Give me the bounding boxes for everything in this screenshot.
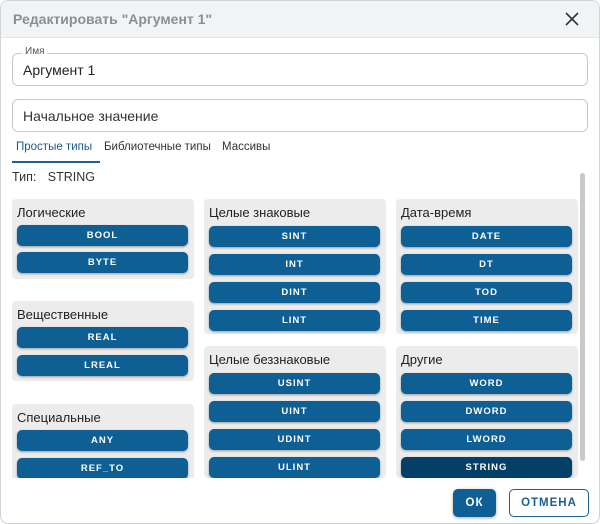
type-button-real[interactable]: REAL bbox=[17, 327, 188, 348]
type-button-dword[interactable]: DWORD bbox=[401, 401, 572, 422]
group-title: Логические bbox=[17, 205, 86, 220]
ok-button[interactable]: ОК bbox=[453, 489, 496, 517]
tab-library-types[interactable]: Библиотечные типы bbox=[104, 141, 211, 153]
type-button-byte[interactable]: BYTE bbox=[17, 252, 188, 273]
type-button-word[interactable]: WORD bbox=[401, 373, 572, 394]
type-button-lreal[interactable]: LREAL bbox=[17, 355, 188, 376]
type-button-date[interactable]: DATE bbox=[401, 226, 572, 247]
current-type: Тип: STRING bbox=[12, 170, 95, 184]
group-title: Целые беззнаковые bbox=[209, 352, 331, 367]
type-button-ref-to[interactable]: REF_TO bbox=[17, 458, 188, 478]
name-field[interactable]: Имя bbox=[12, 46, 588, 86]
type-button-usint[interactable]: USINT bbox=[209, 373, 380, 394]
type-button-tod[interactable]: TOD bbox=[401, 282, 572, 303]
type-button-uint[interactable]: UINT bbox=[209, 401, 380, 422]
type-value: STRING bbox=[47, 170, 96, 184]
group-title: Специальные bbox=[17, 410, 101, 425]
type-button-int[interactable]: INT bbox=[209, 254, 380, 275]
type-button-dint[interactable]: DINT bbox=[209, 282, 380, 303]
group-title: Дата-время bbox=[401, 205, 472, 220]
type-button-dt[interactable]: DT bbox=[401, 254, 572, 275]
group-special: Специальные ANY REF_TO bbox=[12, 404, 194, 478]
initial-value-input[interactable] bbox=[23, 106, 563, 126]
type-button-ulint[interactable]: ULINT bbox=[209, 457, 380, 478]
name-input[interactable] bbox=[23, 60, 563, 80]
cancel-button[interactable]: ОТМЕНА bbox=[509, 489, 589, 517]
tab-arrays[interactable]: Массивы bbox=[222, 141, 270, 153]
active-tab-indicator bbox=[12, 161, 100, 163]
type-button-lword[interactable]: LWORD bbox=[401, 429, 572, 450]
group-logical: Логические BOOL BYTE bbox=[12, 199, 194, 279]
dialog-title: Редактировать "Аргумент 1" bbox=[13, 11, 213, 27]
type-button-lint[interactable]: LINT bbox=[209, 310, 380, 331]
group-title: Целые знаковые bbox=[209, 205, 311, 220]
dialog-titlebar: Редактировать "Аргумент 1" bbox=[1, 1, 599, 38]
group-other: Другие WORD DWORD LWORD STRING bbox=[396, 346, 578, 478]
group-title: Вещественные bbox=[17, 307, 109, 322]
type-button-sint[interactable]: SINT bbox=[209, 226, 380, 247]
type-button-string[interactable]: STRING bbox=[401, 457, 572, 478]
group-datetime: Дата-время DATE DT TOD TIME bbox=[396, 199, 578, 334]
vertical-scrollbar[interactable] bbox=[580, 173, 585, 461]
type-button-time[interactable]: TIME bbox=[401, 310, 572, 331]
group-unsigned: Целые беззнаковые USINT UINT UDINT ULINT bbox=[204, 346, 386, 478]
type-button-udint[interactable]: UDINT bbox=[209, 429, 380, 450]
types-scroll-area: Логические BOOL BYTE Вещественные REAL L… bbox=[1, 191, 599, 478]
tab-simple-types[interactable]: Простые типы bbox=[16, 141, 92, 153]
edit-argument-dialog: Редактировать "Аргумент 1" Имя Простые т… bbox=[0, 0, 600, 524]
type-label: Тип: bbox=[12, 170, 37, 184]
type-button-any[interactable]: ANY bbox=[17, 430, 188, 451]
group-signed: Целые знаковые SINT INT DINT LINT bbox=[204, 199, 386, 334]
group-title: Другие bbox=[401, 352, 443, 367]
initial-value-field[interactable] bbox=[12, 99, 588, 132]
group-real: Вещественные REAL LREAL bbox=[12, 301, 194, 381]
close-icon[interactable] bbox=[561, 8, 583, 30]
name-field-legend: Имя bbox=[22, 46, 48, 57]
type-button-bool[interactable]: BOOL bbox=[17, 225, 188, 246]
